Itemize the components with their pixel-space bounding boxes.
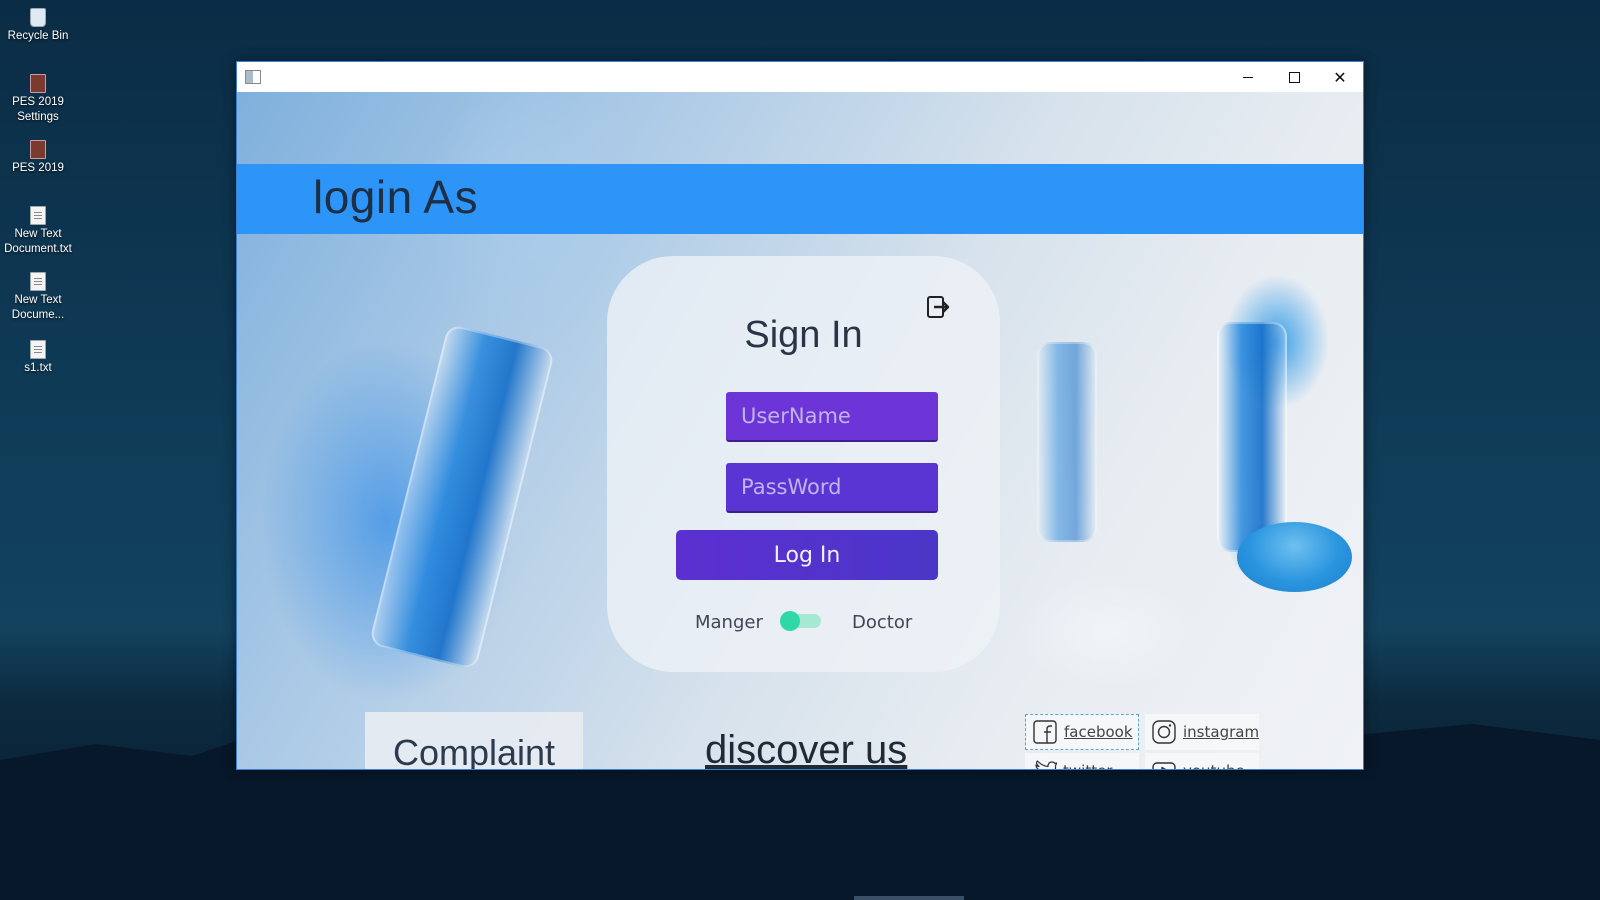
- facebook-label: facebook: [1064, 723, 1133, 741]
- complaint-button[interactable]: Complaint: [365, 712, 583, 769]
- maximize-button[interactable]: [1271, 62, 1317, 92]
- role-toggle-switch[interactable]: [780, 611, 821, 631]
- background-vial-image: [368, 323, 556, 671]
- twitter-icon: [1035, 760, 1057, 769]
- desktop-icon-label: New Text Docume...: [11, 294, 65, 321]
- facebook-icon: [1033, 720, 1057, 744]
- youtube-icon: [1152, 762, 1176, 769]
- password-placeholder: PassWord: [741, 475, 842, 499]
- desktop-icon-label: s1.txt: [24, 362, 52, 374]
- sign-in-card: Sign In UserName PassWord Log In Manger …: [607, 256, 1000, 672]
- youtube-link[interactable]: youtube: [1145, 753, 1259, 769]
- desktop-icon-label: Recycle Bin: [7, 30, 69, 42]
- desktop-icon-pes[interactable]: PES 2019: [0, 140, 76, 176]
- app-icon: [30, 140, 46, 159]
- facebook-link[interactable]: facebook: [1025, 714, 1139, 750]
- desktop-icon-label: New Text Document.txt: [4, 228, 72, 255]
- instagram-label: instagram: [1183, 723, 1260, 741]
- header-band: login As: [237, 164, 1363, 234]
- window-app-icon: [245, 70, 261, 84]
- minimize-button[interactable]: [1225, 62, 1271, 92]
- toggle-knob: [780, 611, 800, 631]
- text-file-icon: [30, 272, 46, 291]
- instagram-icon: [1152, 720, 1176, 744]
- text-file-icon: [30, 206, 46, 225]
- taskbar-edge: [854, 896, 964, 900]
- recycle-bin-icon: [30, 8, 46, 27]
- minimize-icon: [1243, 76, 1253, 78]
- role-label-doctor: Doctor: [852, 612, 913, 633]
- username-placeholder: UserName: [741, 404, 851, 428]
- instagram-link[interactable]: instagram: [1145, 714, 1259, 750]
- maximize-icon: [1288, 71, 1300, 83]
- app-window: ✕ login As Sign In UserName PassWord Log…: [236, 61, 1364, 770]
- text-file-icon: [30, 340, 46, 359]
- desktop-icon-text-document-2[interactable]: New Text Docume...: [0, 272, 76, 323]
- title-bar[interactable]: ✕: [237, 62, 1363, 92]
- role-toggle-row: Manger Doctor: [607, 608, 1000, 636]
- window-content: login As Sign In UserName PassWord Log I…: [237, 92, 1363, 769]
- discover-us-link[interactable]: discover us: [705, 728, 907, 769]
- background-cap-image: [1237, 522, 1352, 592]
- desktop-icon-text-document[interactable]: New Text Document.txt: [0, 206, 76, 257]
- youtube-label: youtube: [1183, 762, 1245, 769]
- desktop-icon-label: PES 2019: [12, 162, 64, 174]
- close-icon: ✕: [1333, 67, 1347, 87]
- desktop-icon-label: PES 2019 Settings: [12, 96, 64, 123]
- desktop-icon-pes-settings[interactable]: PES 2019 Settings: [0, 74, 76, 125]
- desktop-icon-s1[interactable]: s1.txt: [0, 340, 76, 376]
- sign-in-title: Sign In: [744, 314, 863, 356]
- twitter-link[interactable]: twitter: [1025, 753, 1139, 769]
- role-label-manager: Manger: [695, 612, 763, 633]
- username-field[interactable]: UserName: [726, 392, 938, 442]
- desktop-icon-recycle-bin[interactable]: Recycle Bin: [0, 8, 76, 44]
- background-vial-image: [1037, 342, 1097, 542]
- background-vial-image: [1217, 322, 1287, 552]
- password-field[interactable]: PassWord: [726, 463, 938, 513]
- close-button[interactable]: ✕: [1317, 62, 1363, 92]
- page-title: login As: [313, 171, 479, 223]
- twitter-label: twitter: [1063, 762, 1112, 769]
- app-icon: [30, 74, 46, 93]
- login-button[interactable]: Log In: [676, 530, 938, 580]
